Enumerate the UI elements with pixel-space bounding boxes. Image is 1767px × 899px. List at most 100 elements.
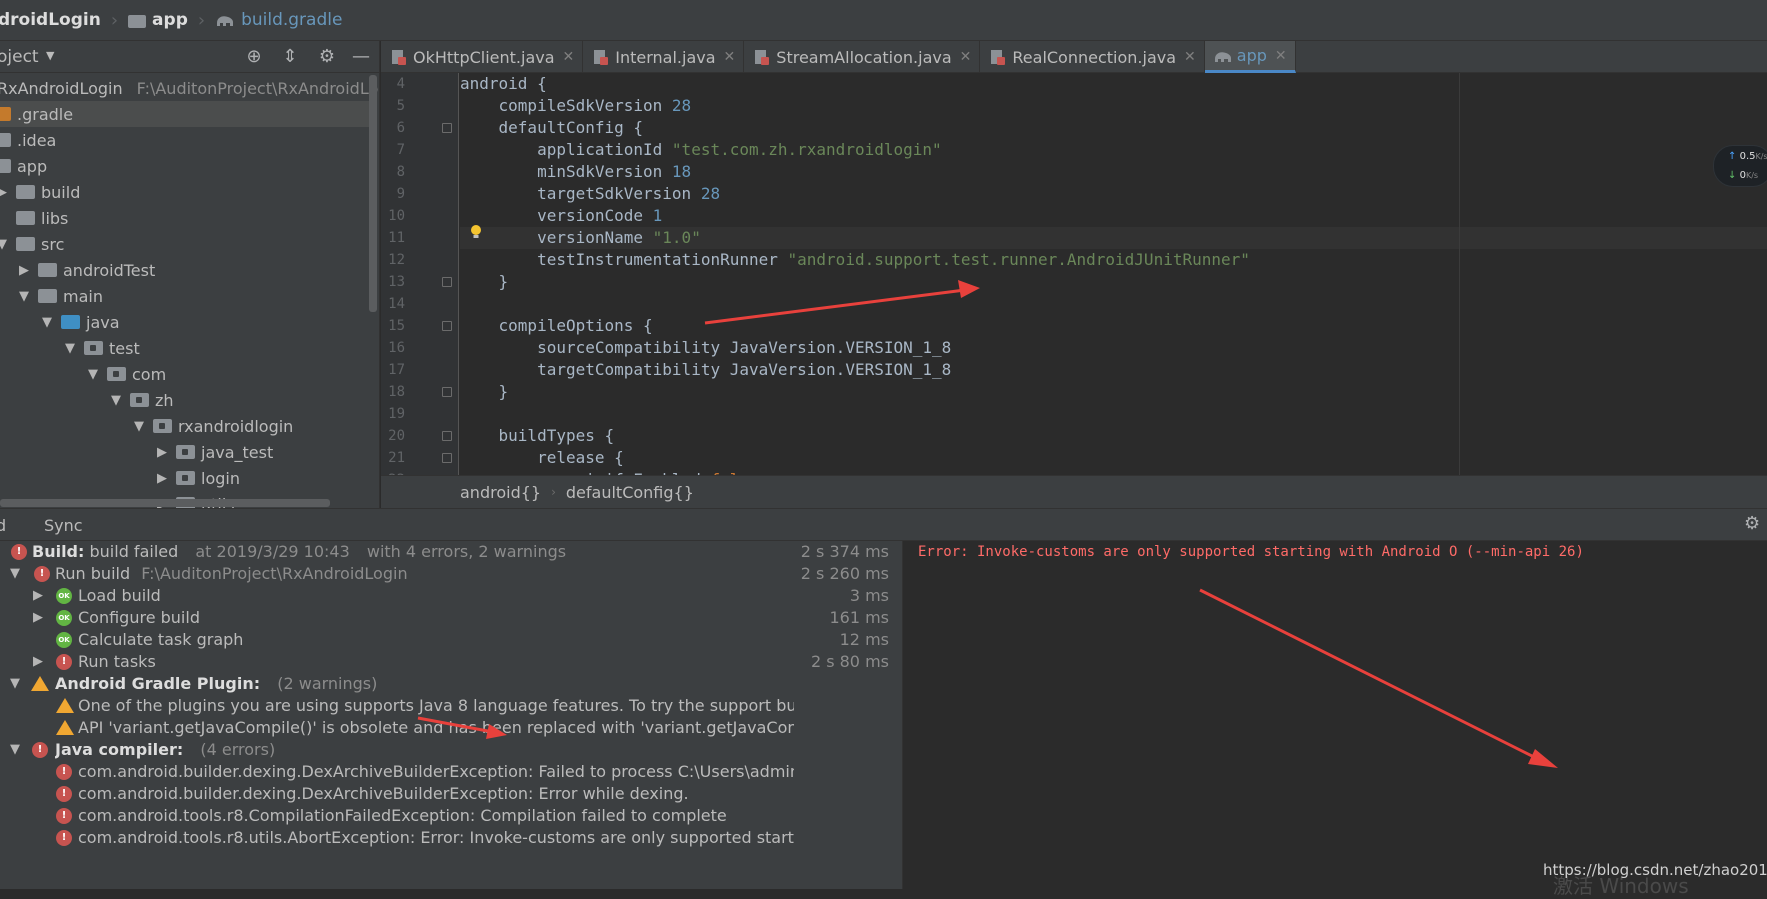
tree-item-path: F:\AuditonProject\RxAndroidLog	[136, 78, 380, 98]
collapse-arrow-icon[interactable]: ▼	[16, 289, 32, 304]
expand-arrow-icon[interactable]: ▶	[154, 445, 170, 460]
build-row-configure-build[interactable]: ▶ OK Configure build 161 ms	[0, 607, 902, 629]
fold-marker-icon[interactable]	[442, 387, 452, 397]
tree-item-rxandroidlogin[interactable]: ▼ rxandroidlogin	[0, 413, 370, 439]
build-row-status[interactable]: ! Build: build failed at 2019/3/29 10:43…	[0, 541, 902, 563]
expand-arrow-icon[interactable]: ▶	[31, 651, 45, 673]
build-tab-partial[interactable]: d	[0, 516, 6, 535]
code-editor[interactable]: android { compileSdkVersion 28 defaultCo…	[460, 73, 1767, 475]
build-status-text: build failed	[89, 542, 179, 561]
gear-icon[interactable]: ⚙	[316, 46, 338, 68]
collapse-arrow-icon[interactable]: ▼	[8, 739, 22, 761]
folder-icon	[38, 263, 57, 277]
tree-item-login[interactable]: ▶ login	[0, 465, 370, 491]
tree-item-java-test[interactable]: ▶ java_test	[0, 439, 370, 465]
collapse-arrow-icon[interactable]: ▼	[85, 367, 101, 382]
expand-arrow-icon[interactable]: ▶	[0, 185, 10, 200]
tab-streamallocation[interactable]: StreamAllocation.java ✕	[744, 41, 981, 73]
upload-arrow-icon: ↑	[1728, 151, 1737, 162]
collapse-arrow-icon[interactable]: ▼	[62, 341, 78, 356]
nav-crumb-app[interactable]: app	[128, 10, 188, 30]
ok-icon: OK	[56, 632, 72, 648]
build-row-label: API 'variant.getJavaCompile()' is obsole…	[78, 718, 794, 737]
build-row-error[interactable]: ! com.android.tools.r8.CompilationFailed…	[0, 805, 902, 827]
expand-arrow-icon[interactable]: ▶	[31, 585, 45, 607]
tree-item-main[interactable]: ▼ main	[0, 283, 370, 309]
tree-item-libs[interactable]: libs	[0, 205, 370, 231]
code-crumb-defaultconfig[interactable]: defaultConfig{}	[566, 483, 694, 502]
lightbulb-icon[interactable]	[469, 224, 483, 240]
tree-item-com[interactable]: ▼ com	[0, 361, 370, 387]
build-row-task-graph[interactable]: OK Calculate task graph 12 ms	[0, 629, 902, 651]
collapse-icon[interactable]: ⇕	[279, 46, 301, 68]
build-row-java-compiler[interactable]: ▼ ! Java compiler: (4 errors)	[0, 739, 902, 761]
fold-marker-icon[interactable]	[442, 277, 452, 287]
build-row-load-build[interactable]: ▶ OK Load build 3 ms	[0, 585, 902, 607]
error-icon: !	[56, 808, 72, 824]
collapse-arrow-icon[interactable]: ▼	[8, 563, 22, 585]
collapse-arrow-icon[interactable]: ▼	[39, 315, 55, 330]
tree-item-androidtest[interactable]: ▶ androidTest	[0, 257, 370, 283]
project-view-selector[interactable]: oject	[0, 47, 39, 67]
tree-item-test[interactable]: ▼ test	[0, 335, 370, 361]
code-crumb-android[interactable]: android{}	[460, 483, 541, 502]
close-icon[interactable]: ✕	[960, 49, 972, 65]
build-console-output[interactable]: Error: Invoke-customs are only supported…	[904, 541, 1767, 889]
tree-item-java[interactable]: ▼ java	[0, 309, 370, 335]
fold-marker-icon[interactable]	[442, 431, 452, 441]
build-row-error[interactable]: ! com.android.builder.dexing.DexArchiveB…	[0, 761, 902, 783]
gear-icon[interactable]: ⚙	[1744, 513, 1760, 534]
chevron-down-icon[interactable]: ▼	[46, 49, 54, 62]
tab-internal[interactable]: Internal.java ✕	[583, 41, 745, 73]
tab-okhttpclient[interactable]: OkHttpClient.java ✕	[381, 41, 584, 73]
package-icon	[107, 367, 126, 381]
fold-marker-icon[interactable]	[442, 453, 452, 463]
tree-item-zh[interactable]: ▼ zh	[0, 387, 370, 413]
fold-marker-icon[interactable]	[442, 321, 452, 331]
tree-item-app[interactable]: app	[0, 153, 370, 179]
collapse-arrow-icon[interactable]: ▼	[0, 237, 10, 252]
build-row-warning[interactable]: One of the plugins you are using support…	[0, 695, 902, 717]
tree-item-idea[interactable]: .idea	[0, 127, 370, 153]
collapse-arrow-icon[interactable]: ▼	[8, 673, 22, 695]
tree-item-src[interactable]: ▼ src	[0, 231, 370, 257]
editor-tab-bar: OkHttpClient.java ✕ Internal.java ✕ Stre…	[381, 41, 1767, 73]
build-row-label: Run build	[55, 564, 131, 583]
fold-marker-icon[interactable]	[442, 123, 452, 133]
upload-value: 0.5	[1739, 151, 1756, 162]
build-row-warning[interactable]: API 'variant.getJavaCompile()' is obsole…	[0, 717, 902, 739]
tab-realconnection[interactable]: RealConnection.java ✕	[980, 41, 1205, 73]
collapse-arrow-icon[interactable]: ▼	[131, 419, 147, 434]
hide-icon[interactable]: —	[350, 46, 372, 68]
close-icon[interactable]: ✕	[563, 49, 575, 65]
build-row-error[interactable]: ! com.android.tools.r8.utils.AbortExcept…	[0, 827, 902, 849]
tree-item-build[interactable]: ▶ build	[0, 179, 370, 205]
nav-crumb-build-gradle[interactable]: build.gradle	[215, 10, 342, 30]
expand-arrow-icon[interactable]: ▶	[154, 471, 170, 486]
tree-vertical-scrollbar[interactable]	[369, 75, 377, 312]
line-number: 9	[396, 186, 405, 202]
tree-horizontal-scrollbar[interactable]	[0, 499, 330, 507]
tree-item-gradle[interactable]: .gradle	[0, 101, 370, 127]
close-icon[interactable]: ✕	[1184, 49, 1196, 65]
tab-app[interactable]: app ✕	[1204, 41, 1296, 73]
upload-speed: ↑ 0.5K/s	[1728, 151, 1767, 162]
line-number: 18	[388, 384, 405, 400]
build-row-run-tasks[interactable]: ▶ ! Run tasks 2 s 80 ms	[0, 651, 902, 673]
tab-sync[interactable]: Sync	[44, 516, 83, 535]
build-row-run-build[interactable]: ▼ ! Run build F:\AuditonProject\RxAndroi…	[0, 563, 902, 585]
package-icon	[153, 419, 172, 433]
tree-item-root[interactable]: RxAndroidLogin F:\AuditonProject\RxAndro…	[0, 75, 379, 101]
locate-icon[interactable]: ⊕	[243, 46, 265, 68]
expand-arrow-icon[interactable]: ▶	[31, 607, 45, 629]
close-icon[interactable]: ✕	[724, 49, 736, 65]
warning-icon	[56, 698, 74, 713]
expand-arrow-icon[interactable]: ▶	[16, 263, 32, 278]
collapse-arrow-icon[interactable]: ▼	[108, 393, 124, 408]
build-row-error[interactable]: ! com.android.builder.dexing.DexArchiveB…	[0, 783, 902, 805]
java-class-icon	[389, 48, 409, 66]
nav-crumb-project[interactable]: droidLogin	[0, 10, 101, 30]
line-number: 8	[396, 164, 405, 180]
build-row-gradle-plugin[interactable]: ▼ Android Gradle Plugin: (2 warnings)	[0, 673, 902, 695]
close-icon[interactable]: ✕	[1275, 48, 1287, 64]
